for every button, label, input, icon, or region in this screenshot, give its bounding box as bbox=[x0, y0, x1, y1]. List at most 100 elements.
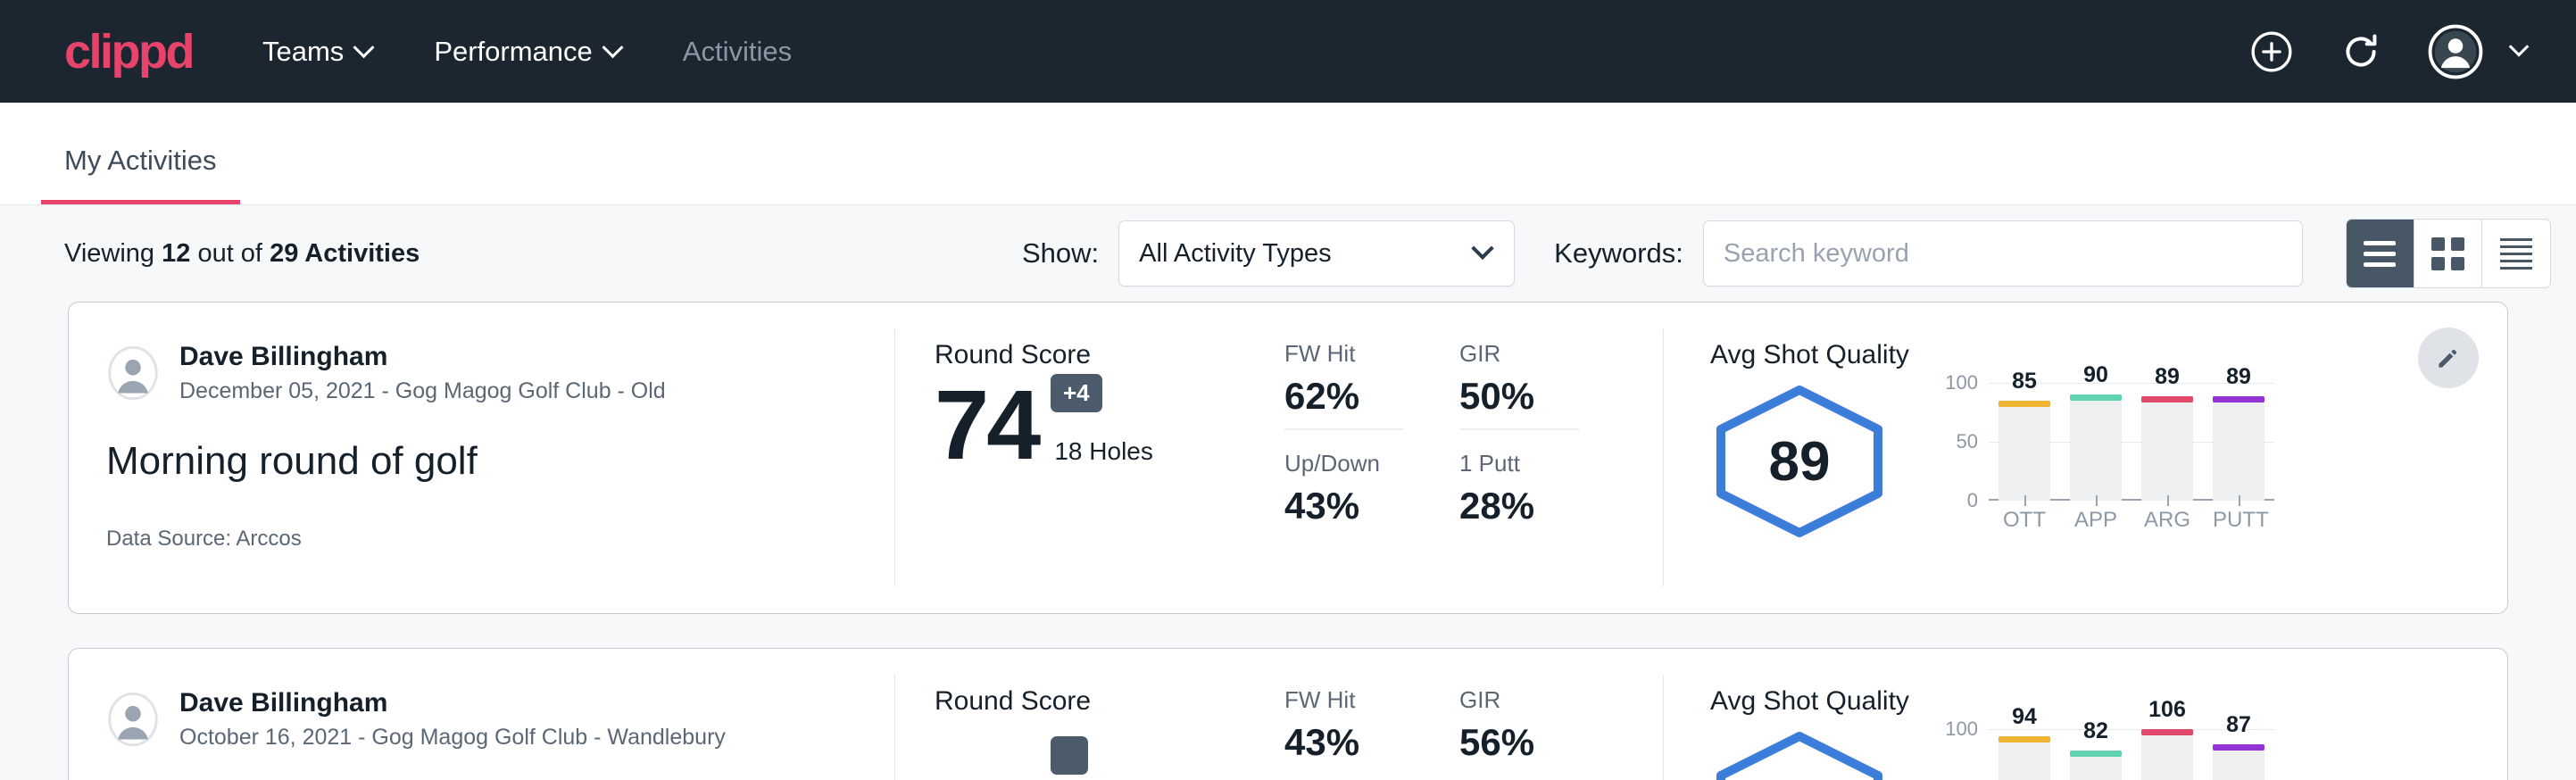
y-tick-50: 50 bbox=[1957, 430, 1978, 453]
stat-value: 43% bbox=[1284, 485, 1404, 527]
stat-fw-hit: FW Hit 43% bbox=[1284, 686, 1404, 775]
avg-shot-quality-value: 89 bbox=[1710, 383, 1889, 540]
primary-nav-items: Teams Performance Activities bbox=[262, 36, 792, 68]
avg-shot-quality-body: 89 100 50 0 bbox=[1710, 383, 2507, 540]
bar-ott: 85 bbox=[1998, 383, 2050, 501]
stat-label: FW Hit bbox=[1284, 686, 1404, 714]
view-mode-grid-button[interactable] bbox=[2414, 220, 2482, 287]
stat-label: GIR bbox=[1459, 686, 1579, 714]
bar-putt: 87 bbox=[2213, 729, 2264, 780]
nav-item-teams[interactable]: Teams bbox=[262, 36, 371, 68]
account-avatar-icon[interactable] bbox=[2428, 24, 2483, 79]
list-view-icon bbox=[2364, 241, 2396, 245]
avatar bbox=[106, 693, 160, 746]
bar-cap bbox=[2141, 729, 2193, 735]
filter-toolbar: Viewing 12 out of 29 Activities Show: Al… bbox=[0, 205, 2576, 302]
bar-value: 82 bbox=[2083, 718, 2108, 744]
x-label-app: APP bbox=[2070, 508, 2122, 533]
activity-card[interactable]: Dave Billingham December 05, 2021 - Gog … bbox=[68, 302, 2508, 614]
activity-type-select[interactable]: All Activity Types bbox=[1118, 220, 1515, 286]
view-mode-list-button[interactable] bbox=[2347, 220, 2414, 287]
filter-controls: Show: All Activity Types Keywords: bbox=[1022, 205, 2551, 302]
search-input[interactable] bbox=[1724, 239, 2282, 269]
player-name: Dave Billingham bbox=[179, 686, 726, 720]
stat-one-putt: 1 Putt 28% bbox=[1459, 450, 1579, 538]
nav-item-activities[interactable]: Activities bbox=[683, 36, 792, 68]
bar-value: 85 bbox=[2012, 369, 2037, 394]
avatar bbox=[106, 346, 160, 400]
chevron-down-icon[interactable] bbox=[2509, 37, 2530, 57]
activity-title: Morning round of golf bbox=[106, 439, 868, 484]
search-input-wrapper[interactable] bbox=[1703, 220, 2303, 286]
nav-item-performance-label: Performance bbox=[434, 36, 592, 68]
round-score-value-row: 74 +4 18 Holes bbox=[935, 379, 1252, 473]
activity-player-section: Dave Billingham December 05, 2021 - Gog … bbox=[69, 303, 894, 613]
activity-type-select-value: All Activity Types bbox=[1139, 239, 1331, 269]
nav-item-teams-label: Teams bbox=[262, 36, 344, 68]
round-stats-section: FW Hit 43% GIR 56% bbox=[1252, 649, 1663, 780]
refresh-icon[interactable] bbox=[2339, 29, 2383, 74]
round-score-section: Round Score bbox=[895, 649, 1252, 780]
activity-player-section: Dave Billingham October 16, 2021 - Gog M… bbox=[69, 649, 894, 780]
round-score-value: 74 bbox=[935, 379, 1038, 473]
view-mode-compact-button[interactable] bbox=[2482, 220, 2550, 287]
bar-cap bbox=[2141, 396, 2193, 402]
stat-label: GIR bbox=[1459, 340, 1579, 368]
viewing-middle: out of bbox=[197, 239, 262, 268]
bar-value: 106 bbox=[2148, 697, 2186, 723]
chevron-down-icon bbox=[602, 37, 623, 58]
viewing-count-text: Viewing 12 out of 29 Activities bbox=[64, 239, 420, 269]
bar-app: 90 bbox=[2070, 383, 2122, 501]
round-score-label: Round Score bbox=[935, 686, 1252, 717]
bar-arg: 89 bbox=[2141, 383, 2193, 501]
stat-label: 1 Putt bbox=[1459, 450, 1579, 477]
player-name: Dave Billingham bbox=[179, 340, 666, 374]
shot-quality-bar-chart: 100 50 0 bbox=[1933, 383, 2274, 533]
tab-my-activities-label: My Activities bbox=[64, 145, 217, 176]
stat-value: 50% bbox=[1459, 375, 1579, 418]
bar-ott: 94 bbox=[1998, 729, 2050, 780]
avg-shot-quality-label: Avg Shot Quality bbox=[1710, 340, 2507, 370]
add-circle-icon[interactable] bbox=[2249, 29, 2294, 74]
x-label-putt: PUTT bbox=[2213, 508, 2264, 533]
activity-card[interactable]: Dave Billingham October 16, 2021 - Gog M… bbox=[68, 648, 2508, 780]
chart-y-axis: 100 50 0 bbox=[1933, 729, 1989, 780]
round-stats-section: FW Hit 62% GIR 50% Up/Down 43% 1 Putt 28… bbox=[1252, 303, 1663, 613]
shot-quality-hexagon: 89 bbox=[1710, 383, 1889, 540]
chart-bars: 94 82 bbox=[1989, 729, 2274, 780]
edit-activity-button[interactable] bbox=[2418, 328, 2479, 388]
nav-actions bbox=[2249, 0, 2526, 103]
stat-value: 28% bbox=[1459, 485, 1579, 527]
round-stats-grid: FW Hit 43% GIR 56% bbox=[1284, 686, 1663, 775]
chart-y-axis: 100 50 0 bbox=[1933, 383, 1989, 501]
bar-value: 89 bbox=[2226, 364, 2251, 390]
score-to-par-badge: +4 bbox=[1051, 374, 1102, 412]
shot-quality-hexagon bbox=[1710, 729, 1889, 780]
view-mode-toggle-group bbox=[2346, 219, 2551, 288]
avg-shot-quality-section: Avg Shot Quality 100 50 0 bbox=[1664, 649, 2507, 780]
stat-gir: GIR 50% bbox=[1459, 340, 1579, 430]
holes-played: 18 Holes bbox=[1054, 437, 1153, 473]
y-tick-100: 100 bbox=[1945, 371, 1978, 394]
page-tab-bar: My Activities bbox=[0, 103, 2576, 205]
shot-quality-bar-chart: 100 50 0 bbox=[1933, 729, 2274, 780]
activity-meta: October 16, 2021 - Gog Magog Golf Club -… bbox=[179, 723, 726, 752]
x-label-ott: OTT bbox=[1998, 508, 2050, 533]
y-tick-100: 100 bbox=[1945, 718, 1978, 741]
round-score-label: Round Score bbox=[935, 340, 1252, 370]
y-tick-50: 50 bbox=[1957, 776, 1978, 780]
compact-view-icon bbox=[2500, 238, 2532, 270]
avg-shot-quality-body: 100 50 0 bbox=[1710, 729, 2507, 780]
bar-cap bbox=[2213, 744, 2264, 751]
activity-data-source: Data Source: Arccos bbox=[106, 527, 868, 552]
bar-cap bbox=[1998, 736, 2050, 743]
nav-item-performance[interactable]: Performance bbox=[434, 36, 619, 68]
activity-meta: December 05, 2021 - Gog Magog Golf Club … bbox=[179, 377, 666, 406]
tab-my-activities[interactable]: My Activities bbox=[41, 145, 240, 204]
clippd-logo[interactable]: clippd bbox=[64, 28, 193, 76]
viewing-total-count: 29 Activities bbox=[270, 239, 420, 268]
stat-gir: GIR 56% bbox=[1459, 686, 1579, 775]
bar-value: 87 bbox=[2226, 712, 2251, 738]
nav-item-activities-label: Activities bbox=[683, 36, 792, 68]
round-score-section: Round Score 74 +4 18 Holes bbox=[895, 303, 1252, 613]
